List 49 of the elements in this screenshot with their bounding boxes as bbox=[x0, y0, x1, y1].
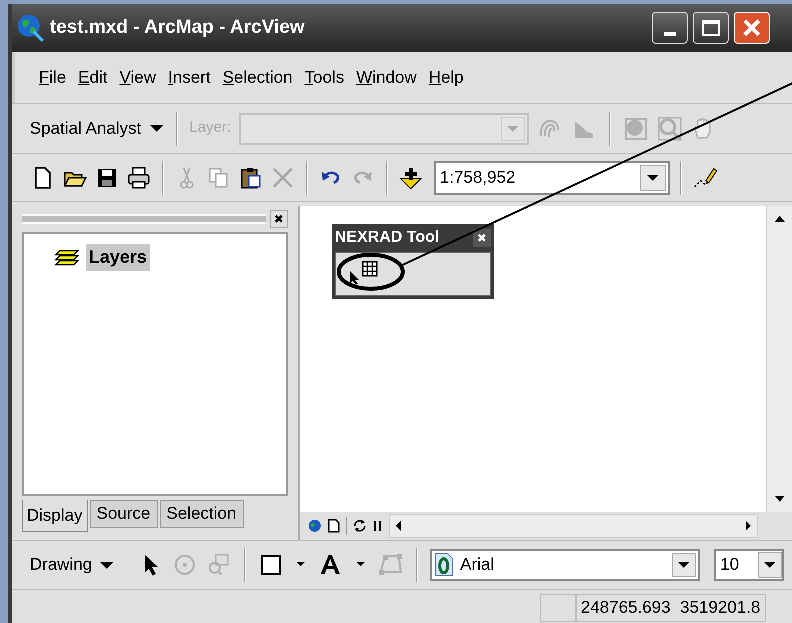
pause-icon[interactable] bbox=[373, 520, 383, 532]
grip-handle[interactable] bbox=[22, 214, 266, 224]
toolbar-title: NEXRAD Tool bbox=[335, 228, 440, 248]
menu-item[interactable]: Selection bbox=[222, 64, 293, 90]
map-canvas[interactable]: NEXRAD Tool bbox=[300, 206, 766, 512]
close-icon bbox=[477, 233, 487, 243]
minimize-button[interactable] bbox=[652, 12, 688, 44]
menu-item[interactable]: Insert bbox=[168, 64, 211, 90]
annotation-ellipse bbox=[337, 253, 405, 291]
close-button[interactable] bbox=[473, 229, 491, 247]
vertical-scrollbar[interactable] bbox=[766, 206, 792, 512]
close-icon bbox=[742, 18, 762, 38]
menu-item[interactable]: Tools bbox=[304, 64, 344, 90]
layer-label: Layer: bbox=[190, 118, 232, 138]
layer-group-label[interactable]: Layers bbox=[86, 244, 150, 271]
window-title: test.mxd - ArcMap - ArcView bbox=[50, 16, 305, 40]
spatial-analyst-menu[interactable]: Spatial Analyst bbox=[30, 116, 164, 142]
font-type-icon bbox=[434, 553, 454, 577]
font-size-field[interactable]: 10 bbox=[714, 549, 784, 581]
panel-tab[interactable]: Selection bbox=[160, 500, 244, 528]
menu-item[interactable]: View bbox=[120, 64, 156, 90]
close-panel-button[interactable] bbox=[270, 210, 288, 228]
scale-field[interactable]: 1:758,952 bbox=[434, 160, 670, 194]
menu-item[interactable]: File bbox=[39, 64, 66, 90]
caret-icon bbox=[100, 562, 114, 568]
status-panel bbox=[540, 594, 576, 622]
menu-item[interactable]: Window bbox=[356, 64, 417, 90]
caret-icon bbox=[678, 562, 690, 568]
coordinates-readout: 248765.693 3519201.8 bbox=[576, 594, 766, 622]
close-icon bbox=[274, 214, 284, 224]
caret-icon bbox=[507, 126, 520, 132]
mouse-pointer-icon bbox=[350, 271, 360, 285]
caret-icon bbox=[150, 125, 164, 132]
drawing-menu[interactable]: Drawing bbox=[30, 552, 114, 578]
caret-icon bbox=[764, 562, 776, 568]
grid-tool-icon[interactable] bbox=[360, 259, 380, 279]
page-icon[interactable] bbox=[328, 519, 340, 533]
globe-icon bbox=[16, 13, 46, 43]
panel-tab[interactable]: Display bbox=[22, 500, 88, 532]
refresh-icon[interactable] bbox=[353, 519, 367, 533]
caret-icon bbox=[647, 174, 659, 180]
menu-item[interactable]: Edit bbox=[78, 64, 108, 90]
maximize-button[interactable] bbox=[693, 12, 729, 44]
horizontal-scrollbar[interactable] bbox=[389, 514, 758, 538]
font-field[interactable]: Arial bbox=[430, 549, 700, 581]
floating-toolbar[interactable]: NEXRAD Tool bbox=[332, 224, 494, 299]
globe-icon[interactable] bbox=[308, 519, 322, 533]
menu-item[interactable]: Help bbox=[428, 64, 464, 90]
panel-tab[interactable]: Source bbox=[90, 500, 158, 528]
